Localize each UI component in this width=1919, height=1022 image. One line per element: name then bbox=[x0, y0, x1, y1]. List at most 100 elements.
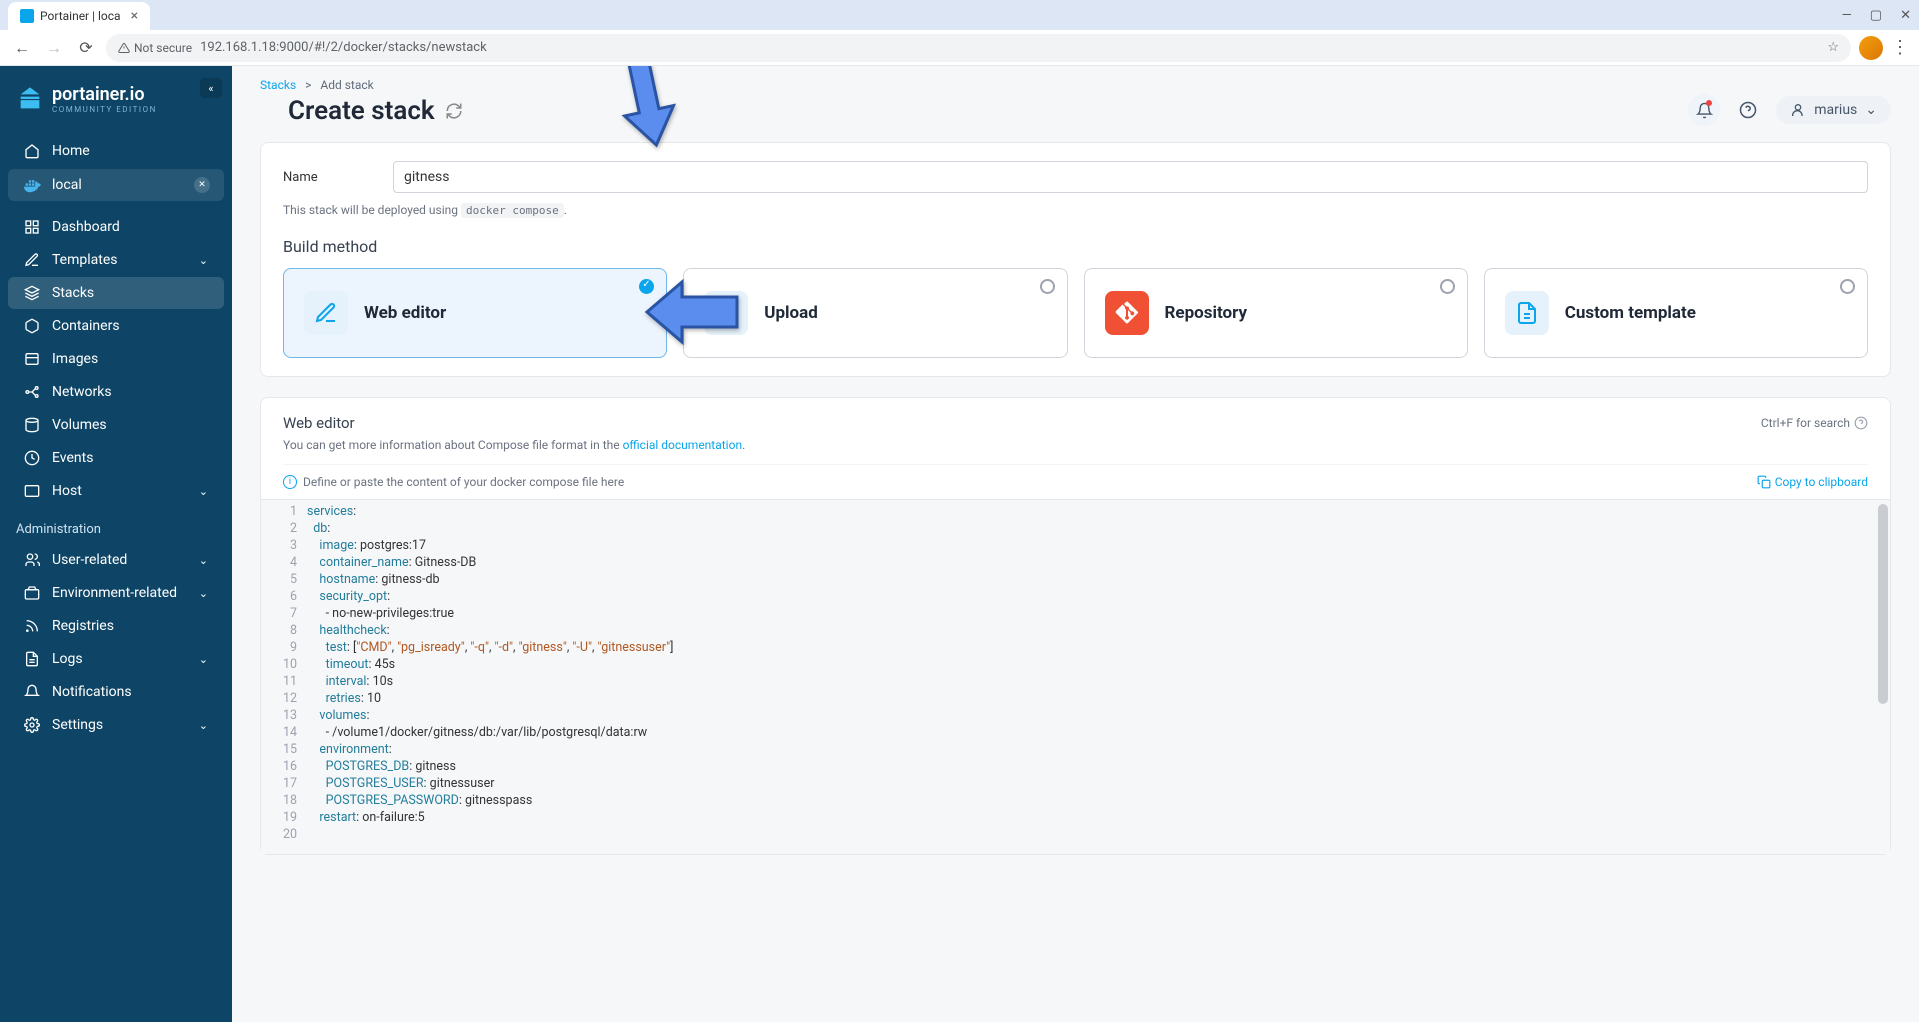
method-web-editor[interactable]: Web editor bbox=[283, 268, 667, 358]
docs-link[interactable]: official documentation bbox=[623, 438, 743, 452]
editor-title: Web editor bbox=[283, 414, 355, 432]
code-line[interactable]: test: ["CMD", "pg_isready", "-q", "-d", … bbox=[307, 640, 1890, 657]
sidebar-item-label: Notifications bbox=[52, 684, 132, 700]
radio-icon bbox=[1040, 279, 1055, 294]
help-button[interactable] bbox=[1732, 94, 1764, 126]
stack-name-input[interactable] bbox=[393, 161, 1868, 193]
copy-to-clipboard-button[interactable]: Copy to clipboard bbox=[1757, 475, 1868, 489]
code-line[interactable]: interval: 10s bbox=[307, 674, 1890, 691]
close-window-icon[interactable]: ✕ bbox=[1900, 8, 1911, 23]
chevron-down-icon: ⌄ bbox=[199, 653, 208, 666]
code-line[interactable]: hostname: gitness-db bbox=[307, 572, 1890, 589]
sidebar-item-registries[interactable]: Registries bbox=[8, 610, 224, 642]
browser-toolbar: ← → ⟳ Not secure 192.168.1.18:9000/#!/2/… bbox=[0, 30, 1919, 66]
sidebar-item-environment-related[interactable]: Environment-related⌄ bbox=[8, 577, 224, 609]
code-line[interactable] bbox=[307, 827, 1890, 844]
sidebar-item-stacks[interactable]: Stacks bbox=[8, 277, 224, 309]
copy-icon bbox=[1757, 475, 1771, 489]
forward-button[interactable]: → bbox=[42, 36, 66, 60]
collapse-sidebar-button[interactable]: « bbox=[200, 78, 222, 98]
code-line[interactable]: healthcheck: bbox=[307, 623, 1890, 640]
sidebar-item-templates[interactable]: Templates⌄ bbox=[8, 244, 224, 276]
sidebar-item-settings[interactable]: Settings⌄ bbox=[8, 709, 224, 741]
minimize-icon[interactable]: — bbox=[1842, 8, 1852, 23]
radio-selected-icon bbox=[639, 279, 654, 294]
method-upload[interactable]: Upload bbox=[683, 268, 1067, 358]
sidebar-item-label: Registries bbox=[52, 618, 114, 634]
reload-button[interactable]: ⟳ bbox=[74, 36, 98, 60]
sidebar-item-label: Home bbox=[52, 143, 90, 159]
code-line[interactable]: - /volume1/docker/gitness/db:/var/lib/po… bbox=[307, 725, 1890, 742]
chevron-down-icon: ⌄ bbox=[199, 719, 208, 732]
code-line[interactable]: services: bbox=[307, 504, 1890, 521]
refresh-icon[interactable] bbox=[445, 102, 463, 120]
brand: portainer.io COMMUNITY EDITION bbox=[0, 78, 232, 134]
code-line[interactable]: restart: on-failure:5 bbox=[307, 810, 1890, 827]
sidebar-item-home[interactable]: Home bbox=[8, 135, 224, 167]
sidebar-item-user-related[interactable]: User-related⌄ bbox=[8, 544, 224, 576]
scrollbar[interactable] bbox=[1878, 504, 1888, 704]
browser-menu-icon[interactable]: ⋮ bbox=[1891, 37, 1909, 58]
code-line[interactable]: POSTGRES_DB: gitness bbox=[307, 759, 1890, 776]
radio-icon bbox=[1840, 279, 1855, 294]
code-line[interactable]: POSTGRES_USER: gitnessuser bbox=[307, 776, 1890, 793]
upload-icon bbox=[704, 291, 748, 335]
bookmark-icon[interactable]: ☆ bbox=[1827, 40, 1839, 55]
code-line[interactable]: POSTGRES_PASSWORD: gitnesspass bbox=[307, 793, 1890, 810]
user-icon bbox=[1790, 102, 1806, 118]
sidebar-item-host[interactable]: Host⌄ bbox=[8, 475, 224, 507]
method-repository[interactable]: Repository bbox=[1084, 268, 1468, 358]
code-line[interactable]: environment: bbox=[307, 742, 1890, 759]
code-line[interactable]: timeout: 45s bbox=[307, 657, 1890, 674]
chevron-down-icon: ⌄ bbox=[1865, 102, 1877, 118]
method-custom-template[interactable]: Custom template bbox=[1484, 268, 1868, 358]
sidebar-item-label: Environment-related bbox=[52, 585, 177, 601]
sidebar-item-dashboard[interactable]: Dashboard bbox=[8, 211, 224, 243]
web-editor-card: Web editor Ctrl+F for search You can get… bbox=[260, 397, 1891, 855]
code-editor[interactable]: 1234567891011121314151617181920 services… bbox=[261, 499, 1890, 854]
sidebar-item-containers[interactable]: Containers bbox=[8, 310, 224, 342]
breadcrumb-current: Add stack bbox=[320, 78, 373, 92]
tab-close-icon[interactable]: × bbox=[131, 8, 138, 24]
sidebar-item-networks[interactable]: Networks bbox=[8, 376, 224, 408]
sidebar-item-notifications[interactable]: Notifications bbox=[8, 676, 224, 708]
close-environment-icon[interactable]: ✕ bbox=[194, 177, 210, 193]
images-icon bbox=[24, 351, 40, 367]
sidebar-item-logs[interactable]: Logs⌄ bbox=[8, 643, 224, 675]
stack-form-card: Name This stack will be deployed using d… bbox=[260, 142, 1891, 377]
radio-icon bbox=[1440, 279, 1455, 294]
code-line[interactable]: - no-new-privileges:true bbox=[307, 606, 1890, 623]
profile-avatar[interactable] bbox=[1859, 36, 1883, 60]
sidebar-item-label: Dashboard bbox=[52, 219, 120, 235]
code-line[interactable]: container_name: Gitness-DB bbox=[307, 555, 1890, 572]
browser-tab[interactable]: Portainer | loca × bbox=[8, 2, 150, 30]
search-hint: Ctrl+F for search bbox=[1761, 416, 1868, 430]
maximize-icon[interactable]: ▢ bbox=[1870, 8, 1882, 23]
code-body[interactable]: services: db: image: postgres:17 contain… bbox=[307, 504, 1890, 844]
code-line[interactable]: security_opt: bbox=[307, 589, 1890, 606]
main-content: Stacks > Add stack Create stack bbox=[232, 66, 1919, 1022]
sidebar-item-label: User-related bbox=[52, 552, 127, 568]
code-line[interactable]: image: postgres:17 bbox=[307, 538, 1890, 555]
edit-icon bbox=[304, 291, 348, 335]
sidebar-item-events[interactable]: Events bbox=[8, 442, 224, 474]
url-bar[interactable]: Not secure 192.168.1.18:9000/#!/2/docker… bbox=[106, 34, 1851, 62]
page-title: Create stack bbox=[288, 96, 435, 126]
docker-icon bbox=[22, 177, 42, 193]
templates-icon bbox=[24, 252, 40, 268]
user-menu[interactable]: marius ⌄ bbox=[1776, 96, 1891, 124]
brand-name: portainer.io bbox=[52, 84, 157, 105]
notifications-button[interactable] bbox=[1688, 94, 1720, 126]
home-icon bbox=[24, 143, 40, 159]
sidebar-item-volumes[interactable]: Volumes bbox=[8, 409, 224, 441]
sidebar-item-images[interactable]: Images bbox=[8, 343, 224, 375]
code-line[interactable]: retries: 10 bbox=[307, 691, 1890, 708]
back-button[interactable]: ← bbox=[10, 36, 34, 60]
code-line[interactable]: volumes: bbox=[307, 708, 1890, 725]
name-label: Name bbox=[283, 170, 373, 185]
breadcrumb: Stacks > Add stack bbox=[260, 78, 491, 92]
code-line[interactable]: db: bbox=[307, 521, 1890, 538]
security-indicator: Not secure bbox=[118, 41, 192, 55]
sidebar-environment[interactable]: local ✕ bbox=[8, 169, 224, 201]
breadcrumb-stacks[interactable]: Stacks bbox=[260, 78, 296, 92]
